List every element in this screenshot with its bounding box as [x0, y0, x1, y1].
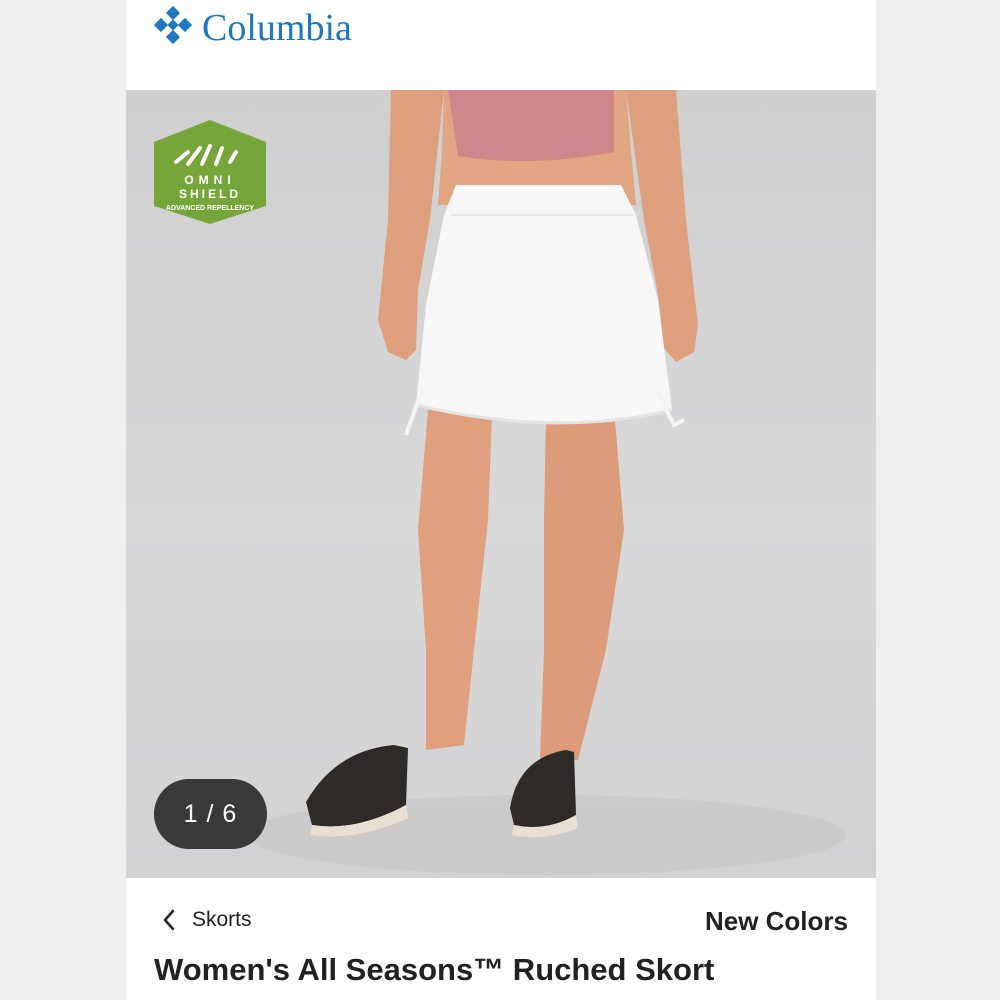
badge-line-3: ADVANCED REPELLENCY — [166, 205, 254, 212]
badge-line-1: OMNI — [184, 173, 235, 187]
badge-line-2: SHIELD — [179, 187, 241, 201]
omni-shield-badge: OMNI SHIELD ADVANCED REPELLENCY — [154, 120, 266, 224]
product-info: Skorts New Colors Women's All Seasons™ R… — [126, 878, 876, 1000]
product-image[interactable]: OMNI SHIELD ADVANCED REPELLENCY 1 / 6 — [126, 90, 876, 878]
new-colors-tag: New Colors — [704, 906, 848, 936]
brand-name: Columbia — [202, 7, 352, 49]
columbia-diamond-icon — [153, 6, 193, 45]
product-page: Columbia OMNI SHIELD ADVANCED REPELLENCY… — [126, 0, 876, 1000]
chevron-left-icon — [163, 909, 175, 931]
header: Columbia — [126, 0, 876, 90]
product-title: Women's All Seasons™ Ruched Skort — [154, 952, 715, 987]
image-counter: 1 / 6 — [154, 779, 267, 849]
brand-logo[interactable]: Columbia — [152, 4, 352, 52]
breadcrumb-category: Skorts — [192, 908, 252, 931]
breadcrumb-back[interactable]: Skorts — [162, 908, 252, 932]
